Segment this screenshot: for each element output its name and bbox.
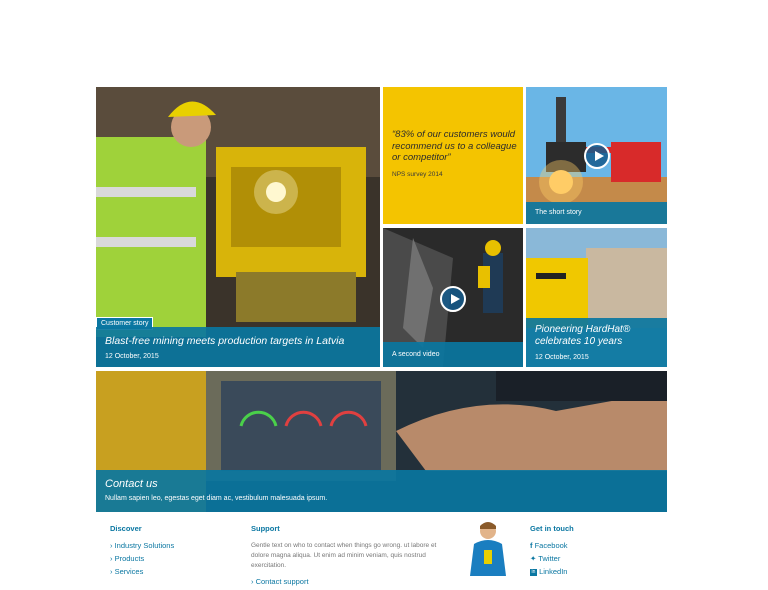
main-story-title[interactable]: Blast-free mining meets production targe… xyxy=(105,335,344,347)
short-story-label: The short story xyxy=(535,209,582,216)
hardhat-title[interactable]: Pioneering HardHat® celebrates 10 years xyxy=(535,324,655,348)
footer-get-in-touch: Get in touch f Facebook ✦ Twitter in Lin… xyxy=(530,524,640,580)
link-label: Contact support xyxy=(255,577,309,586)
facebook-icon: f xyxy=(530,541,533,550)
link-label: LinkedIn xyxy=(539,567,568,576)
support-person-image xyxy=(470,522,506,576)
second-video-label: A second video xyxy=(392,351,440,358)
footer-link-industry-solutions[interactable]: › Industry Solutions xyxy=(110,541,230,550)
quote-tile[interactable]: “83% of our customers would recommend us… xyxy=(383,87,523,224)
hardhat-caption: Pioneering HardHat® celebrates 10 years … xyxy=(526,318,667,367)
get-in-touch-heading: Get in touch xyxy=(530,524,574,533)
contact-caption: Contact us Nullam sapien leo, egestas eg… xyxy=(96,470,667,512)
short-story-tile[interactable]: The short story xyxy=(526,87,667,224)
hardhat-tile[interactable]: Pioneering HardHat® celebrates 10 years … xyxy=(526,228,667,367)
play-icon[interactable] xyxy=(440,286,466,312)
linkedin-icon: in xyxy=(530,568,537,576)
second-video-tile[interactable]: A second video xyxy=(383,228,523,367)
link-label: Services xyxy=(114,567,144,576)
contact-tile[interactable]: Contact us Nullam sapien leo, egestas eg… xyxy=(96,371,667,512)
contact-title[interactable]: Contact us xyxy=(105,478,158,490)
contact-text: Nullam sapien leo, egestas eget diam ac,… xyxy=(105,495,328,502)
play-icon[interactable] xyxy=(584,143,610,169)
discover-heading: Discover xyxy=(110,524,142,533)
support-text: Gentle text on who to contact when thing… xyxy=(251,542,437,569)
link-label: Facebook xyxy=(534,541,568,550)
footer-link-linkedin[interactable]: in LinkedIn xyxy=(530,567,640,576)
link-label: Products xyxy=(114,554,145,563)
main-story-date: 12 October, 2015 xyxy=(105,353,159,360)
second-video-caption: A second video xyxy=(383,342,523,367)
main-story-tile[interactable]: Customer story Blast-free mining meets p… xyxy=(96,87,380,367)
hardhat-date: 12 October, 2015 xyxy=(535,354,589,361)
quote-source: NPS survey 2014 xyxy=(392,171,443,178)
footer-discover: Discover › Industry Solutions › Products… xyxy=(110,524,230,580)
footer-link-facebook[interactable]: f Facebook xyxy=(530,541,640,550)
footer-link-services[interactable]: › Services xyxy=(110,567,230,576)
short-story-caption: The short story xyxy=(526,202,667,224)
support-heading: Support xyxy=(251,524,280,533)
footer-link-products[interactable]: › Products xyxy=(110,554,230,563)
footer-link-twitter[interactable]: ✦ Twitter xyxy=(530,554,640,563)
quote-text: “83% of our customers would recommend us… xyxy=(392,129,517,163)
link-label: Twitter xyxy=(538,554,561,563)
link-label: Industry Solutions xyxy=(114,541,175,550)
twitter-icon: ✦ xyxy=(530,554,537,563)
main-story-caption: Blast-free mining meets production targe… xyxy=(96,327,380,367)
footer-support: Support Gentle text on who to contact wh… xyxy=(251,524,443,590)
footer-link-contact-support[interactable]: › Contact support xyxy=(251,577,443,586)
